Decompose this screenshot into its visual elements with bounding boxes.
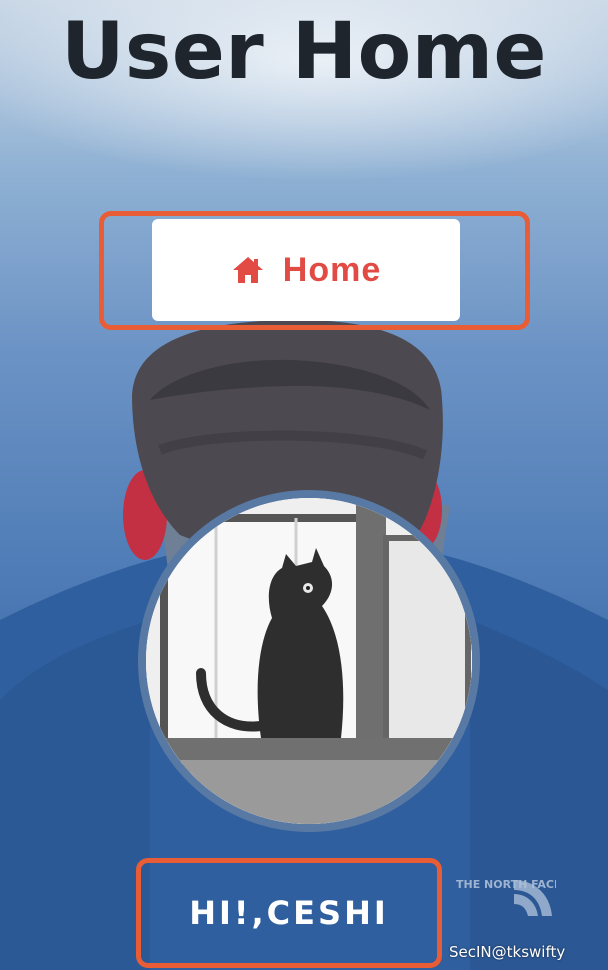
brand-logo: THE NORTH FACE xyxy=(456,878,556,916)
home-button-label: Home xyxy=(282,250,382,289)
user-home-page: User Home Home HI!,CESHI THE NORTH FACE … xyxy=(0,0,608,970)
watermark-text: SecIN@tkswifty xyxy=(449,943,566,961)
home-icon xyxy=(231,254,265,286)
cat-avatar xyxy=(146,498,472,824)
home-button[interactable]: Home xyxy=(152,219,460,321)
svg-text:THE NORTH FACE: THE NORTH FACE xyxy=(456,878,556,891)
page-title: User Home xyxy=(61,7,547,97)
user-avatar[interactable] xyxy=(138,490,480,832)
greeting-text: HI!,CESHI xyxy=(189,894,389,932)
